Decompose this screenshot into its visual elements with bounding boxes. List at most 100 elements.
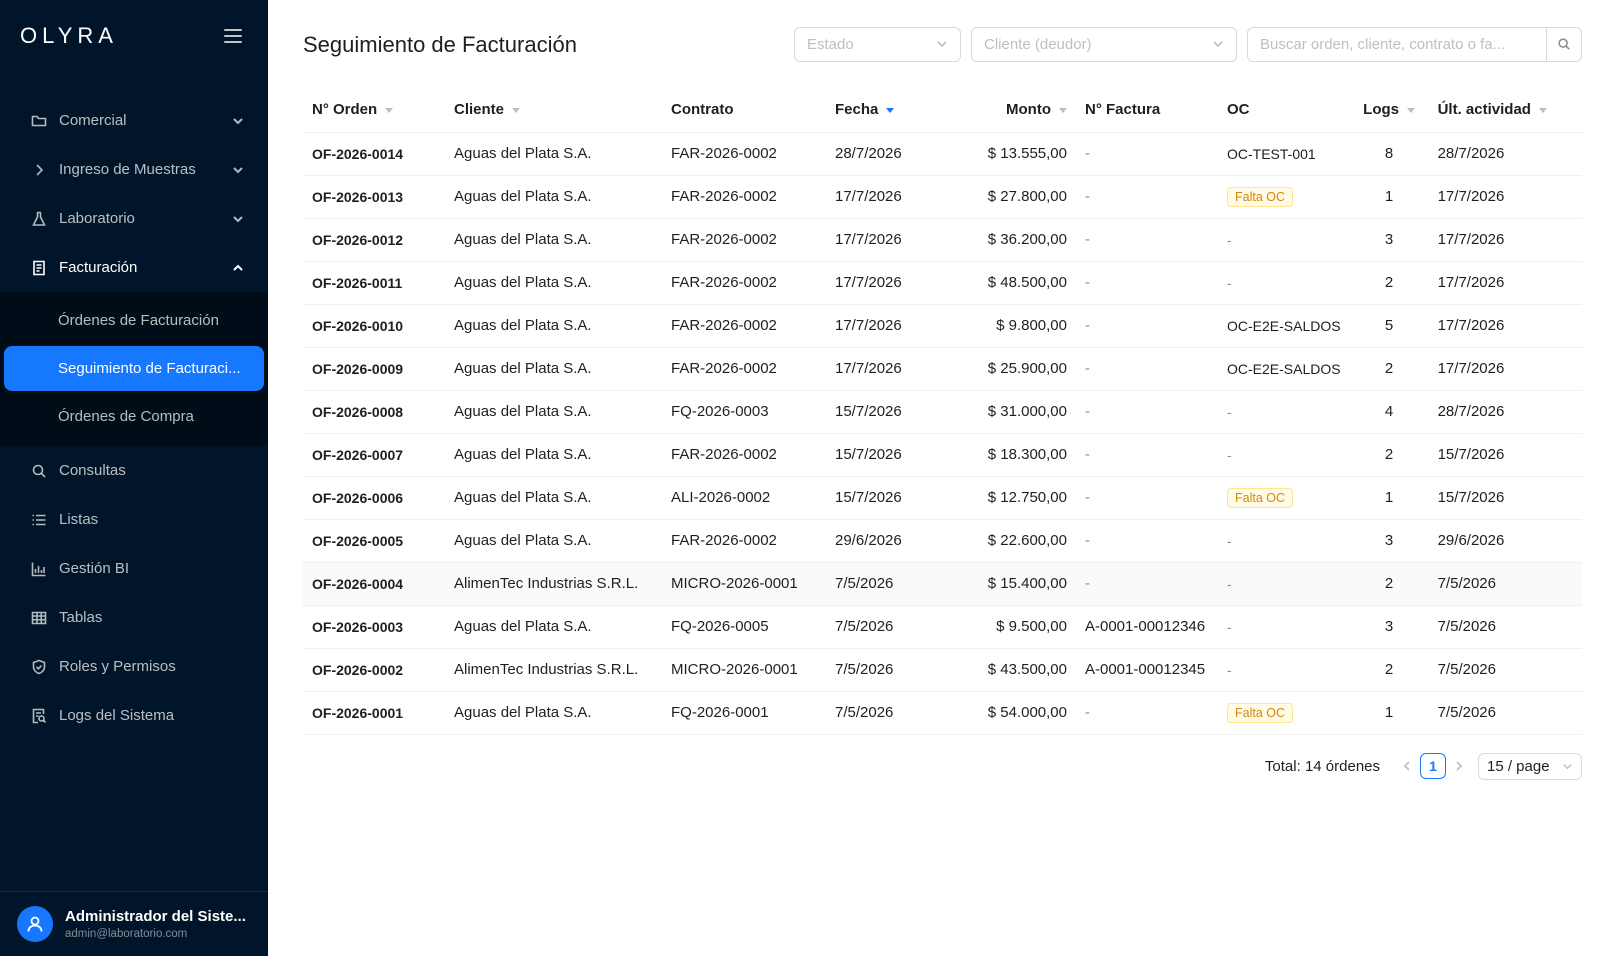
cell-monto: $ 9.800,00: [956, 304, 1076, 348]
search-input[interactable]: [1247, 26, 1546, 62]
avatar: [17, 906, 53, 942]
table-row[interactable]: OF-2026-0005 Aguas del Plata S.A. FAR-2026…: [303, 519, 1582, 563]
sidebar-item-consultas[interactable]: Consultas: [0, 446, 268, 495]
sidebar-item-label: Tablas: [59, 609, 103, 626]
col-label: Últ. actividad: [1437, 101, 1531, 119]
table-row[interactable]: OF-2026-0006 Aguas del Plata S.A. ALI-2026…: [303, 476, 1582, 520]
cell-oc: Falta OC: [1218, 175, 1350, 219]
cell-oc: -: [1218, 433, 1350, 477]
cell-actividad: 28/7/2026: [1428, 132, 1582, 176]
page-size-select[interactable]: 15 / page: [1478, 752, 1582, 780]
table-row[interactable]: OF-2026-0013 Aguas del Plata S.A. FAR-2026…: [303, 175, 1582, 219]
cell-fecha: 7/5/2026: [826, 605, 956, 649]
table-row[interactable]: OF-2026-0007 Aguas del Plata S.A. FAR-2026…: [303, 433, 1582, 477]
cell-cliente: Aguas del Plata S.A.: [445, 175, 662, 219]
table-row[interactable]: OF-2026-0009 Aguas del Plata S.A. FAR-2026…: [303, 347, 1582, 391]
cell-fecha: 15/7/2026: [826, 476, 956, 520]
table-icon: [31, 610, 47, 626]
cell-oc: -: [1218, 648, 1350, 692]
billing-table: N° Orden Cliente Contrato Fecha Monto N°…: [303, 88, 1582, 735]
cell-logs: 8: [1349, 132, 1429, 176]
cell-contrato: FAR-2026-0002: [662, 347, 826, 391]
cell-orden: OF-2026-0007: [303, 433, 445, 477]
search-button[interactable]: [1546, 26, 1582, 62]
table-row[interactable]: OF-2026-0002 AlimenTec Industrias S.R.L. M…: [303, 648, 1582, 692]
sidebar-item-logs-sistema[interactable]: Logs del Sistema: [0, 691, 268, 740]
table-row[interactable]: OF-2026-0012 Aguas del Plata S.A. FAR-2026…: [303, 218, 1582, 262]
cell-actividad: 17/7/2026: [1428, 175, 1582, 219]
col-monto[interactable]: Monto: [956, 88, 1076, 133]
table-row[interactable]: OF-2026-0014 Aguas del Plata S.A. FAR-2026…: [303, 132, 1582, 176]
col-logs[interactable]: Logs: [1349, 88, 1429, 133]
sidebar-item-gestion-bi[interactable]: Gestión BI: [0, 544, 268, 593]
main-content: Seguimiento de Facturación Estado Client…: [268, 0, 1600, 956]
cell-oc: -: [1218, 218, 1350, 262]
cell-contrato: FAR-2026-0002: [662, 218, 826, 262]
table-row[interactable]: OF-2026-0001 Aguas del Plata S.A. FQ-2026-…: [303, 691, 1582, 735]
sort-icon: [385, 107, 394, 113]
user-profile[interactable]: Administrador del Siste... admin@laborat…: [0, 891, 268, 956]
sidebar-item-roles-permisos[interactable]: Roles y Permisos: [0, 642, 268, 691]
cell-logs: 4: [1349, 390, 1429, 434]
sidebar-item-facturacion[interactable]: Facturación: [0, 243, 268, 292]
cell-actividad: 15/7/2026: [1428, 433, 1582, 477]
chevron-right-icon: [31, 162, 47, 178]
cell-monto: $ 54.000,00: [956, 691, 1076, 735]
cell-cliente: AlimenTec Industrias S.R.L.: [445, 562, 662, 606]
estado-select[interactable]: Estado: [794, 26, 961, 62]
cell-cliente: Aguas del Plata S.A.: [445, 347, 662, 391]
cell-cliente: Aguas del Plata S.A.: [445, 304, 662, 348]
file-search-icon: [31, 708, 47, 724]
cell-cliente: Aguas del Plata S.A.: [445, 433, 662, 477]
sidebar-item-label: Listas: [59, 511, 99, 528]
cell-orden: OF-2026-0006: [303, 476, 445, 520]
sidebar-item-seguimiento-facturacion[interactable]: Seguimiento de Facturaci...: [4, 346, 264, 391]
cell-contrato: FAR-2026-0002: [662, 433, 826, 477]
table-row[interactable]: OF-2026-0004 AlimenTec Industrias S.R.L. M…: [303, 562, 1582, 606]
page-button-current[interactable]: 1: [1420, 753, 1446, 779]
cell-actividad: 17/7/2026: [1428, 347, 1582, 391]
cell-fecha: 7/5/2026: [826, 691, 956, 735]
col-orden[interactable]: N° Orden: [303, 88, 445, 133]
bar-chart-icon: [31, 561, 47, 577]
sidebar-item-ingreso-muestras[interactable]: Ingreso de Muestras: [0, 145, 268, 194]
user-name: Administrador del Siste...: [65, 908, 246, 925]
cell-logs: 2: [1349, 347, 1429, 391]
page-size-value: 15 / page: [1487, 757, 1550, 775]
col-actividad[interactable]: Últ. actividad: [1428, 88, 1582, 133]
col-fecha[interactable]: Fecha: [826, 88, 956, 133]
cell-fecha: 7/5/2026: [826, 648, 956, 692]
cell-orden: OF-2026-0005: [303, 519, 445, 563]
prev-page-button[interactable]: [1396, 761, 1418, 771]
search-icon: [1558, 38, 1570, 50]
table-row[interactable]: OF-2026-0008 Aguas del Plata S.A. FQ-2026-…: [303, 390, 1582, 434]
sidebar-item-listas[interactable]: Listas: [0, 495, 268, 544]
cell-actividad: 29/6/2026: [1428, 519, 1582, 563]
status-badge: Falta OC: [1227, 702, 1294, 723]
col-label: OC: [1227, 101, 1250, 119]
sidebar-item-ordenes-facturacion[interactable]: Órdenes de Facturación: [4, 298, 264, 343]
page-title: Seguimiento de Facturación: [303, 32, 577, 57]
col-cliente[interactable]: Cliente: [445, 88, 662, 133]
sidebar-item-comercial[interactable]: Comercial: [0, 96, 268, 145]
table-row[interactable]: OF-2026-0010 Aguas del Plata S.A. FAR-2026…: [303, 304, 1582, 348]
cliente-select[interactable]: Cliente (deudor): [971, 26, 1237, 62]
sidebar-item-ordenes-compra[interactable]: Órdenes de Compra: [4, 394, 264, 439]
cell-fecha: 28/7/2026: [826, 132, 956, 176]
cell-factura: -: [1076, 433, 1218, 477]
table-row[interactable]: OF-2026-0003 Aguas del Plata S.A. FQ-2026-…: [303, 605, 1582, 649]
chevron-right-icon: [1456, 761, 1463, 771]
next-page-button[interactable]: [1448, 761, 1470, 771]
cell-logs: 1: [1349, 476, 1429, 520]
cell-oc: OC-E2E-SALDOS: [1218, 347, 1350, 391]
cell-oc: -: [1218, 261, 1350, 305]
facturacion-submenu: Órdenes de Facturación Seguimiento de Fa…: [0, 292, 268, 446]
cell-cliente: Aguas del Plata S.A.: [445, 605, 662, 649]
sidebar-item-tablas[interactable]: Tablas: [0, 593, 268, 642]
sidebar-item-laboratorio[interactable]: Laboratorio: [0, 194, 268, 243]
table-row[interactable]: OF-2026-0011 Aguas del Plata S.A. FAR-2026…: [303, 261, 1582, 305]
cell-contrato: FAR-2026-0002: [662, 132, 826, 176]
cell-orden: OF-2026-0008: [303, 390, 445, 434]
menu-toggle-icon[interactable]: [224, 29, 242, 43]
cell-logs: 2: [1349, 562, 1429, 606]
